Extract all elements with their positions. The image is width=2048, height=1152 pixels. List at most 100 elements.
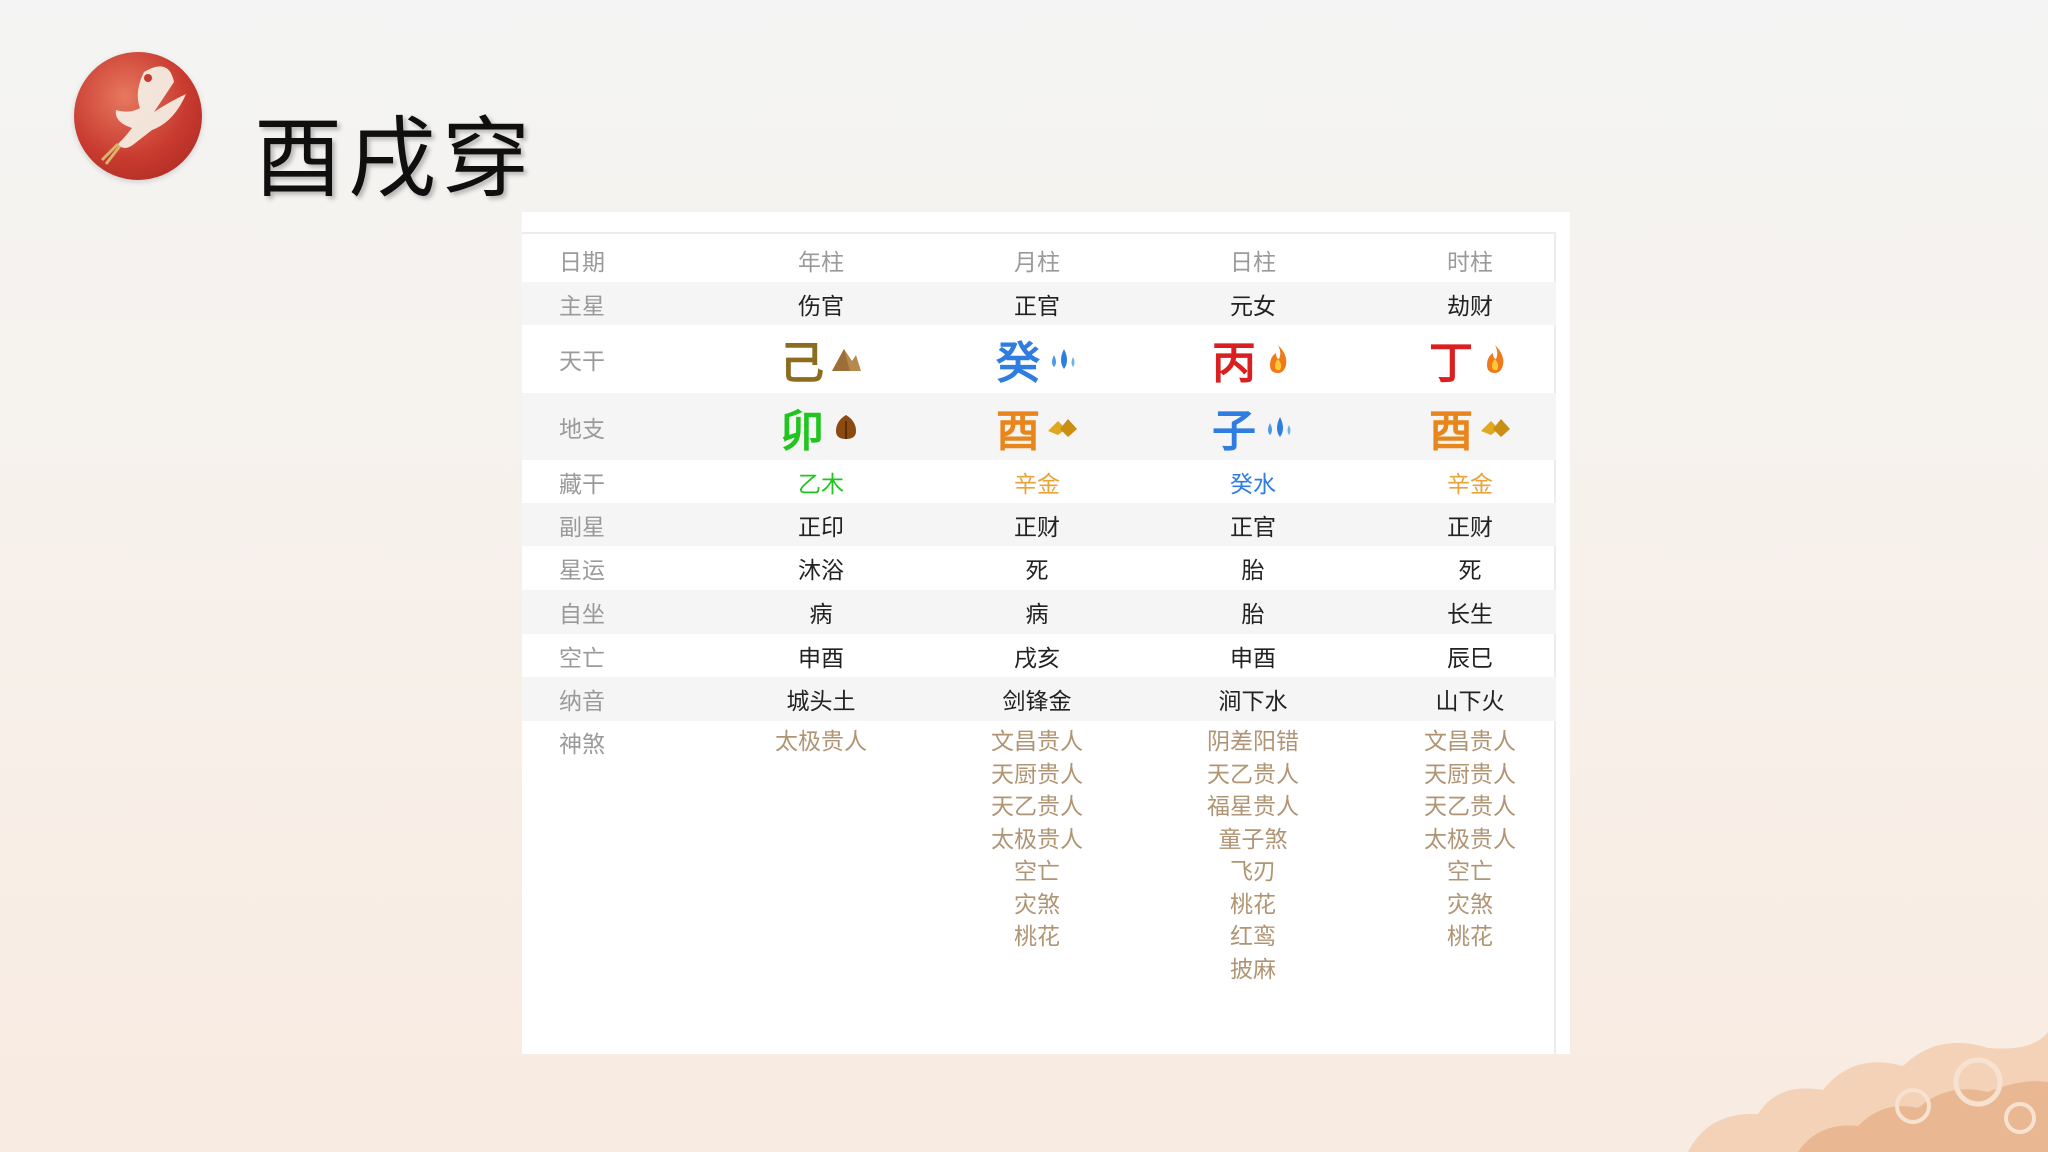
- row-label-void: 空亡: [559, 645, 605, 672]
- shensha-item: 天厨贵人: [1424, 761, 1516, 788]
- self-seat-month: 病: [1025, 602, 1049, 628]
- main-star-month: 正官: [1014, 293, 1060, 320]
- heavenly-stem-year: 己: [718, 325, 924, 393]
- water-icon: [1052, 349, 1075, 369]
- shensha-item: 太极贵人: [1424, 826, 1516, 853]
- void-hour: 辰巳: [1447, 645, 1493, 672]
- earth-icon: [832, 349, 861, 371]
- nayin-row: 纳音 城头土 剑锋金 涧下水 山下火: [522, 677, 1556, 721]
- earthly-branch-year: 卯: [718, 393, 924, 460]
- shensha-hour: 文昌贵人 天厨贵人 天乙贵人 太极贵人 空亡 灾煞 桃花: [1367, 726, 1573, 954]
- main-star-day: 元女: [1230, 293, 1276, 320]
- metal-icon: [1481, 418, 1510, 437]
- header-year-pillar: 年柱: [798, 250, 844, 276]
- hidden-stem-day: 癸水: [1230, 471, 1276, 498]
- metal-icon: [1048, 418, 1077, 437]
- heavenly-stem-row: 天干 己 癸 丙 丁: [522, 325, 1556, 393]
- shensha-item: 阴差阳错: [1207, 729, 1299, 755]
- stem-char: 丁: [1429, 338, 1473, 389]
- void-year: 申酉: [798, 645, 844, 672]
- shensha-item: 空亡: [1014, 859, 1060, 885]
- sub-star-hour: 正财: [1447, 514, 1493, 541]
- stem-char: 己: [780, 338, 824, 389]
- crane-emblem-icon: [74, 52, 202, 180]
- fire-icon: [1270, 345, 1287, 373]
- heavenly-stem-hour: 丁: [1367, 325, 1573, 393]
- row-label-hidden-stem: 藏干: [559, 471, 605, 498]
- header-day-pillar: 日柱: [1230, 250, 1276, 276]
- row-label-main-star: 主星: [559, 293, 605, 320]
- shensha-item: 天厨贵人: [991, 761, 1083, 788]
- shensha-item: 天乙贵人: [1424, 794, 1516, 820]
- shensha-item: 空亡: [1447, 859, 1493, 885]
- self-seat-day: 胎: [1241, 602, 1265, 628]
- shensha-item: 童子煞: [1218, 826, 1288, 853]
- hidden-stem-row: 藏干 乙木 辛金 癸水 辛金: [522, 460, 1556, 503]
- shensha-item: 天乙贵人: [991, 794, 1083, 820]
- void-day: 申酉: [1230, 645, 1276, 672]
- sub-star-month: 正财: [1014, 514, 1060, 541]
- row-label-nayin: 纳音: [559, 689, 605, 715]
- page-title: 酉戌穿: [254, 107, 537, 210]
- earthly-branch-hour: 酉: [1367, 393, 1573, 460]
- void-row: 空亡 申酉 戌亥 申酉 辰巳: [522, 634, 1556, 677]
- star-fortune-row: 星运 沐浴 死 胎 死: [522, 546, 1556, 590]
- nayin-month: 剑锋金: [1002, 689, 1072, 715]
- branch-char: 卯: [780, 405, 824, 457]
- sub-star-year: 正印: [798, 514, 844, 541]
- shensha-item: 桃花: [1014, 924, 1060, 950]
- wood-icon: [836, 414, 856, 439]
- shensha-item: 桃花: [1447, 924, 1493, 950]
- row-label-sub-star: 副星: [559, 514, 605, 541]
- table-top-border: [522, 232, 1556, 234]
- earthly-branch-month: 酉: [934, 393, 1140, 460]
- main-star-hour: 劫财: [1447, 293, 1493, 320]
- nayin-year: 城头土: [786, 689, 856, 715]
- row-label-self-seat: 自坐: [559, 602, 605, 628]
- main-star-row: 主星 伤官 正官 元女 劫财: [522, 282, 1556, 325]
- main-star-year: 伤官: [798, 293, 844, 320]
- shensha-item: 灾煞: [1447, 891, 1493, 918]
- stem-char: 癸: [996, 338, 1040, 389]
- self-seat-hour: 长生: [1447, 602, 1493, 628]
- row-label-heavenly-stem: 天干: [559, 349, 605, 375]
- shensha-item: 披麻: [1230, 956, 1276, 983]
- star-fortune-hour: 死: [1458, 558, 1482, 584]
- shensha-month: 文昌贵人 天厨贵人 天乙贵人 太极贵人 空亡 灾煞 桃花: [934, 726, 1140, 954]
- shensha-item: 红鸾: [1230, 924, 1276, 950]
- water-icon: [1268, 416, 1291, 437]
- shensha-day: 阴差阳错 天乙贵人 福星贵人 童子煞 飞刃 桃花 红鸾 披麻: [1150, 726, 1356, 986]
- hidden-stem-hour: 辛金: [1447, 471, 1493, 498]
- shensha-year: 太极贵人: [718, 726, 924, 759]
- branch-char: 子: [1212, 405, 1256, 457]
- sub-star-day: 正官: [1230, 514, 1276, 541]
- self-seat-year: 病: [809, 602, 833, 628]
- shensha-item: 灾煞: [1014, 891, 1060, 918]
- nayin-hour: 山下火: [1435, 689, 1505, 715]
- shensha-item: 太极贵人: [991, 826, 1083, 853]
- shensha-item: 福星贵人: [1207, 794, 1299, 820]
- shensha-item: 太极贵人: [775, 729, 867, 755]
- shensha-item: 桃花: [1230, 891, 1276, 918]
- shensha-item: 文昌贵人: [1424, 729, 1516, 755]
- self-seat-row: 自坐 病 病 胎 长生: [522, 590, 1556, 634]
- hidden-stem-month: 辛金: [1014, 471, 1060, 498]
- fire-icon: [1487, 345, 1504, 373]
- row-label-star-fortune: 星运: [559, 558, 605, 584]
- stem-char: 丙: [1212, 338, 1256, 389]
- heavenly-stem-day: 丙: [1150, 325, 1356, 393]
- header-month-pillar: 月柱: [1014, 250, 1060, 276]
- branch-char: 酉: [996, 405, 1040, 457]
- cloud-pattern-icon: [1688, 1032, 2048, 1152]
- star-fortune-year: 沐浴: [798, 558, 844, 584]
- sub-star-row: 副星 正印 正财 正官 正财: [522, 503, 1556, 546]
- earthly-branch-row: 地支 卯 酉 子 酉: [522, 393, 1556, 460]
- row-label-date: 日期: [559, 250, 605, 276]
- row-label-earthly-branch: 地支: [559, 416, 605, 443]
- star-fortune-month: 死: [1025, 558, 1049, 584]
- nayin-day: 涧下水: [1218, 689, 1288, 715]
- header-hour-pillar: 时柱: [1447, 250, 1493, 276]
- shensha-item: 飞刃: [1230, 859, 1276, 885]
- shensha-item: 文昌贵人: [991, 729, 1083, 755]
- earthly-branch-day: 子: [1150, 393, 1356, 460]
